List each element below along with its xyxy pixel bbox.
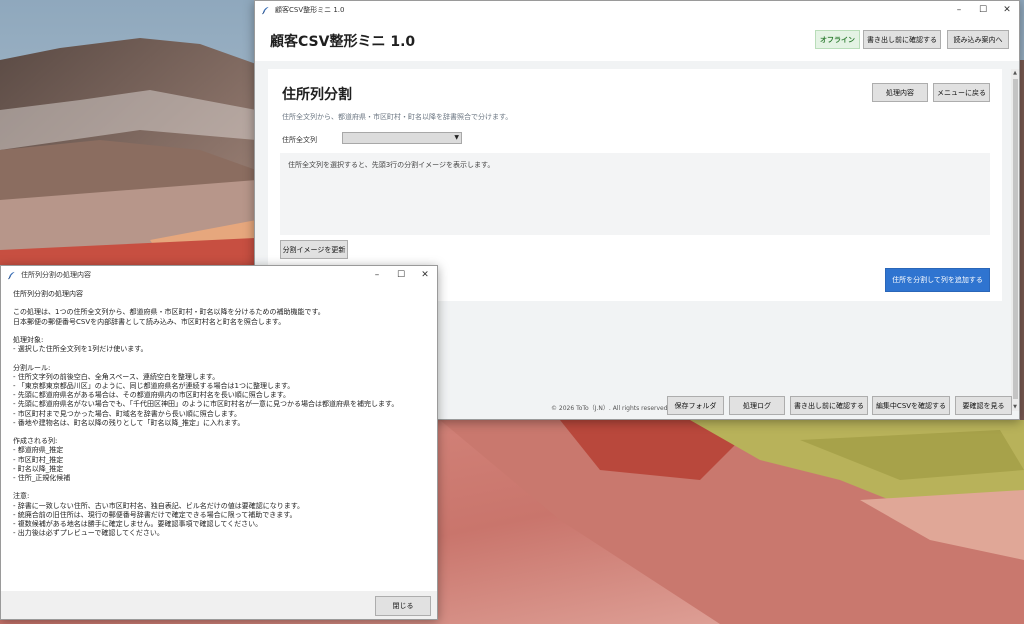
app-title: 顧客CSV整形ミニ 1.0 (270, 34, 416, 50)
maximize-button[interactable]: ☐ (971, 1, 995, 19)
address-column-select[interactable]: ▼ (342, 132, 462, 144)
split-address-button[interactable]: 住所を分割して列を追加する (885, 268, 990, 292)
dialog-maximize-button[interactable]: ☐ (389, 266, 413, 284)
update-preview-button[interactable]: 分割イメージを更新 (280, 240, 348, 259)
dialog-footer: 閉じる (1, 591, 437, 619)
check-before-export-button[interactable]: 書き出し前に確認する (863, 30, 941, 49)
status-badge: オフライン (815, 30, 860, 49)
dialog-close-text-button[interactable]: 閉じる (375, 596, 431, 616)
split-preview-area: 住所全文列を選択すると、先頭3行の分割イメージを表示します。 (280, 153, 990, 235)
footer-check-before-export-button[interactable]: 書き出し前に確認する (790, 396, 868, 415)
dialog-titlebar[interactable]: 住所列分割の処理内容 – ☐ ✕ (1, 266, 437, 284)
dialog-minimize-button[interactable]: – (365, 266, 389, 284)
dialog-text-area[interactable]: 住所列分割の処理内容 この処理は、1つの住所全文列から、都道府県・市区町村・町名… (1, 284, 437, 591)
address-column-label: 住所全文列 (282, 136, 317, 144)
process-details-button[interactable]: 処理内容 (872, 83, 928, 102)
scrollbar-thumb[interactable] (1013, 79, 1018, 399)
view-needs-review-button[interactable]: 要確認を見る (955, 396, 1012, 415)
dialog-content-text: 住所列分割の処理内容 この処理は、1つの住所全文列から、都道府県・市区町村・町名… (13, 290, 399, 538)
check-editing-csv-button[interactable]: 編集中CSVを確認する (872, 396, 950, 415)
feather-icon (8, 271, 15, 279)
dialog-title: 住所列分割の処理内容 (21, 271, 91, 279)
save-folder-button[interactable]: 保存フォルダ (667, 396, 724, 415)
main-titlebar[interactable]: 顧客CSV整形ミニ 1.0 – ☐ ✕ (255, 1, 1019, 19)
header-bar: 顧客CSV整形ミニ 1.0 オフライン 書き出し前に確認する 読み込み案内へ (255, 19, 1019, 61)
preview-placeholder: 住所全文列を選択すると、先頭3行の分割イメージを表示します。 (288, 161, 495, 169)
back-to-menu-button[interactable]: メニューに戻る (933, 83, 990, 102)
scroll-up-icon[interactable]: ▲ (1011, 69, 1019, 77)
feather-icon (262, 6, 269, 14)
main-window-title: 顧客CSV整形ミニ 1.0 (275, 6, 345, 14)
copyright-text: © 2026 ToTo（J.N）. All rights reserved. (551, 405, 670, 412)
panel-title: 住所列分割 (282, 87, 352, 103)
close-button[interactable]: ✕ (995, 1, 1019, 19)
import-guide-button[interactable]: 読み込み案内へ (947, 30, 1009, 49)
scroll-down-icon[interactable]: ▼ (1011, 403, 1019, 411)
panel-description: 住所全文列から、都道府県・市区町村・町名以降を辞書照合で分けます。 (282, 113, 513, 121)
chevron-down-icon: ▼ (454, 134, 459, 141)
dialog-close-button[interactable]: ✕ (413, 266, 437, 284)
process-details-dialog: 住所列分割の処理内容 – ☐ ✕ 住所列分割の処理内容 この処理は、1つの住所全… (0, 265, 438, 620)
process-log-button[interactable]: 処理ログ (729, 396, 785, 415)
minimize-button[interactable]: – (947, 1, 971, 19)
